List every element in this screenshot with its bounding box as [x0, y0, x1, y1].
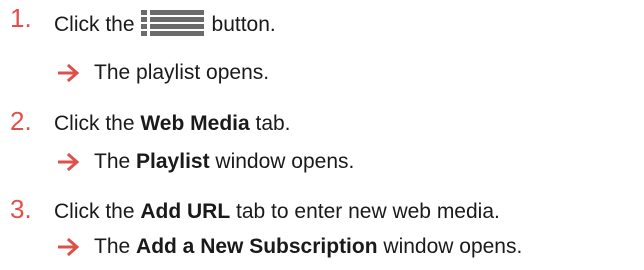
step-2-text: Click the Web Media tab.: [54, 111, 291, 137]
step-2-result-after: window opens.: [209, 150, 355, 173]
step-1-number: 1.: [10, 3, 32, 33]
step-3-result-before: The: [94, 235, 137, 258]
result-arrow-icon: [58, 64, 80, 82]
step-3-tab-name: Add URL: [140, 200, 231, 223]
step-2-text-before: Click the: [54, 112, 141, 135]
step-3-text-after: tab to enter new web media.: [230, 200, 500, 223]
step-1-result: The playlist opens.: [58, 60, 269, 86]
step-2-result-before: The: [94, 150, 137, 173]
result-arrow-icon: [58, 238, 80, 256]
step-1-text-before: Click the: [54, 13, 135, 36]
step-1-text-after: button.: [211, 13, 276, 36]
step-2-number: 2.: [10, 106, 32, 136]
step-3-text-before: Click the: [54, 200, 141, 223]
instruction-steps: 1. Click the button. The playlist opens.…: [0, 0, 644, 270]
step-2-tab-name: Web Media: [140, 112, 250, 135]
step-2-window-name: Playlist: [136, 150, 210, 173]
result-arrow-icon: [58, 153, 80, 171]
step-3-number: 3.: [10, 194, 32, 224]
step-3-window-name: Add a New Subscription: [136, 235, 378, 258]
playlist-menu-icon: [139, 8, 206, 38]
step-3-text: Click the Add URL tab to enter new web m…: [54, 199, 500, 225]
step-3-result: The Add a New Subscription window opens.: [58, 234, 522, 260]
step-2-text-after: tab.: [249, 112, 291, 135]
step-1-result-text: The playlist opens.: [94, 61, 270, 84]
step-3-result-after: window opens.: [377, 235, 523, 258]
step-1-text: Click the button.: [54, 10, 276, 40]
step-2-result: The Playlist window opens.: [58, 149, 354, 175]
